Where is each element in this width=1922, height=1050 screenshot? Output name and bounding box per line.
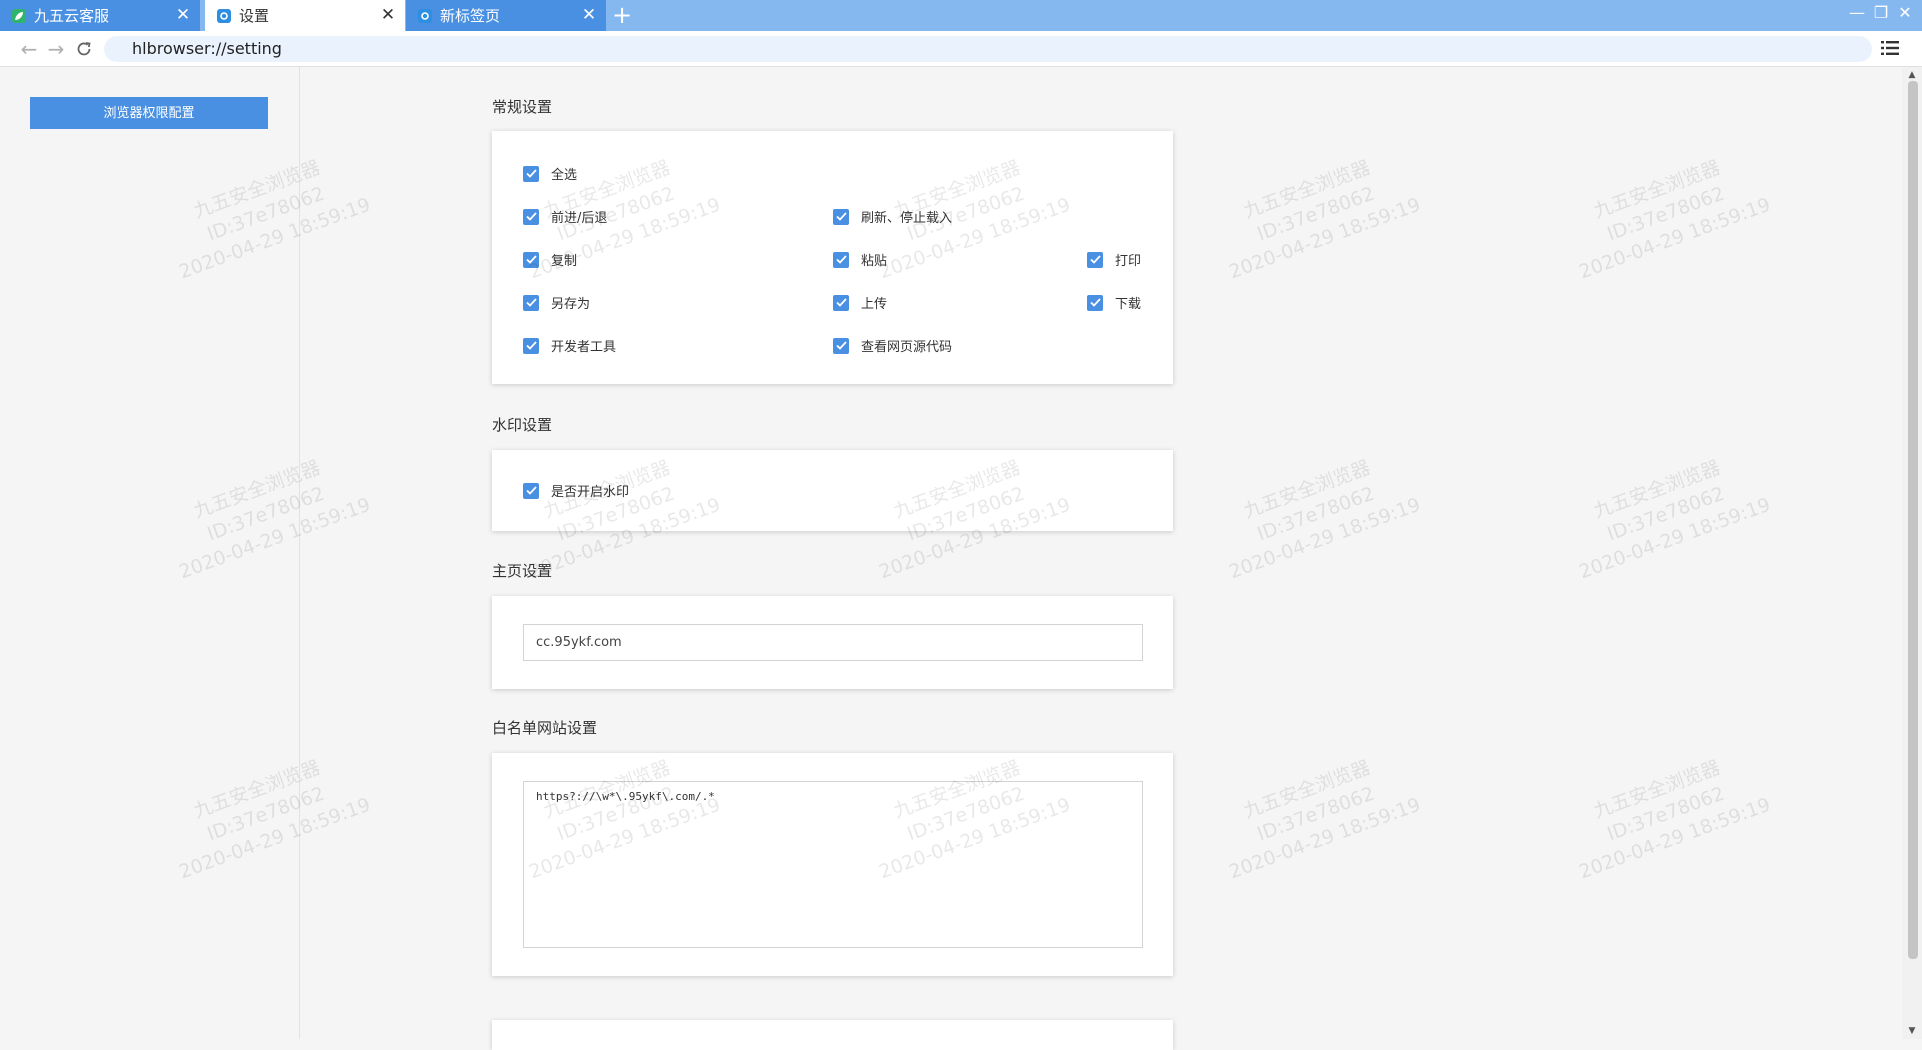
checkbox-checked-icon: [523, 251, 539, 268]
scroll-up-arrow-icon[interactable]: ▲: [1906, 69, 1918, 81]
scroll-thumb[interactable]: [1908, 81, 1918, 959]
forward-arrow-icon[interactable]: →: [44, 37, 68, 61]
checkbox-checked-icon: [1087, 251, 1103, 268]
checkbox-label: 查看网页源代码: [861, 340, 953, 355]
checkbox-print[interactable]: 打印: [1087, 250, 1141, 269]
checkbox-label: 下载: [1115, 297, 1142, 312]
checkbox-forward-back[interactable]: 前进/后退: [523, 207, 607, 226]
section-title-watermark: 水印设置: [492, 416, 553, 434]
checkbox-label: 上传: [861, 297, 888, 312]
checkbox-checked-icon: [523, 165, 539, 182]
address-toolbar: ← → hlbrowser://setting: [0, 31, 1922, 67]
menu-list-icon[interactable]: [1880, 38, 1902, 60]
whitelist-textarea[interactable]: https?://\w*\.95ykf\.com/.*: [523, 781, 1143, 948]
tab-label: 新标签页: [440, 7, 501, 25]
homepage-url-input[interactable]: cc.95ykf.com: [523, 624, 1143, 661]
browser-permission-config-button[interactable]: 浏览器权限配置: [30, 97, 268, 129]
reload-icon[interactable]: [72, 37, 96, 61]
next-settings-card: [492, 1020, 1173, 1050]
checkbox-upload[interactable]: 上传: [833, 293, 887, 312]
browser-logo-icon: [418, 8, 432, 23]
browser-logo-icon: [217, 8, 231, 23]
checkbox-refresh-stop[interactable]: 刷新、停止载入: [833, 207, 952, 226]
checkbox-label: 前进/后退: [551, 211, 608, 226]
back-arrow-icon[interactable]: ←: [17, 37, 41, 61]
close-icon[interactable]: ✕: [380, 7, 396, 24]
section-title-homepage: 主页设置: [492, 562, 553, 580]
checkbox-label: 刷新、停止载入: [861, 211, 953, 226]
checkbox-enable-watermark[interactable]: 是否开启水印: [523, 481, 629, 500]
checkbox-checked-icon: [1087, 294, 1103, 311]
checkbox-label: 全选: [551, 168, 578, 183]
minimize-icon[interactable]: —: [1846, 2, 1868, 24]
settings-sidebar: 浏览器权限配置: [0, 67, 300, 1039]
leaf-icon: [12, 8, 26, 23]
checkbox-label: 是否开启水印: [551, 485, 630, 500]
checkbox-label: 复制: [551, 254, 578, 269]
tab-jiuwu-kefu[interactable]: 九五云客服 ✕: [0, 0, 200, 31]
section-title-whitelist: 白名单网站设置: [492, 719, 598, 737]
restore-icon[interactable]: ❐: [1870, 2, 1892, 24]
checkbox-view-source[interactable]: 查看网页源代码: [833, 336, 952, 355]
tab-settings[interactable]: 设置 ✕: [205, 0, 405, 31]
whitelist-settings-card: https?://\w*\.95ykf\.com/.*: [492, 753, 1173, 976]
settings-main: 常规设置 全选 前进/后退 刷新、停止载入 复制 粘贴 打印 另存为 上传 下载…: [301, 67, 1901, 1050]
tab-label: 九五云客服: [34, 7, 110, 25]
scroll-down-arrow-icon[interactable]: ▼: [1906, 1025, 1918, 1037]
checkbox-label: 粘贴: [861, 254, 888, 269]
url-bar[interactable]: hlbrowser://setting: [104, 36, 1872, 62]
homepage-settings-card: cc.95ykf.com: [492, 596, 1173, 689]
checkbox-checked-icon: [523, 337, 539, 354]
vertical-scrollbar[interactable]: ▲ ▼: [1902, 67, 1922, 1039]
close-icon[interactable]: ✕: [175, 7, 191, 24]
checkbox-checked-icon: [523, 482, 539, 499]
checkbox-save-as[interactable]: 另存为: [523, 293, 590, 312]
checkbox-checked-icon: [523, 294, 539, 311]
close-window-icon[interactable]: ✕: [1894, 2, 1916, 24]
checkbox-checked-icon: [833, 251, 849, 268]
section-title-general: 常规设置: [492, 98, 553, 116]
checkbox-developer-tools[interactable]: 开发者工具: [523, 336, 616, 355]
general-settings-card: 全选 前进/后退 刷新、停止载入 复制 粘贴 打印 另存为 上传 下载 开发者工…: [492, 131, 1173, 384]
checkbox-checked-icon: [833, 208, 849, 225]
checkbox-label: 打印: [1115, 254, 1142, 269]
checkbox-label: 开发者工具: [551, 340, 617, 355]
checkbox-copy[interactable]: 复制: [523, 250, 577, 269]
checkbox-checked-icon: [833, 294, 849, 311]
checkbox-checked-icon: [523, 208, 539, 225]
watermark-settings-card: 是否开启水印: [492, 450, 1173, 531]
tab-label: 设置: [239, 7, 270, 25]
tab-strip: 九五云客服 ✕ 设置 ✕ 新标签页 ✕ + — ❐ ✕: [0, 0, 1922, 31]
checkbox-label: 另存为: [551, 297, 591, 312]
checkbox-checked-icon: [833, 337, 849, 354]
new-tab-plus-icon[interactable]: +: [609, 3, 635, 29]
tab-new-tab[interactable]: 新标签页 ✕: [406, 0, 606, 31]
close-icon[interactable]: ✕: [581, 7, 597, 24]
checkbox-download[interactable]: 下载: [1087, 293, 1141, 312]
checkbox-select-all[interactable]: 全选: [523, 164, 577, 183]
checkbox-paste[interactable]: 粘贴: [833, 250, 887, 269]
